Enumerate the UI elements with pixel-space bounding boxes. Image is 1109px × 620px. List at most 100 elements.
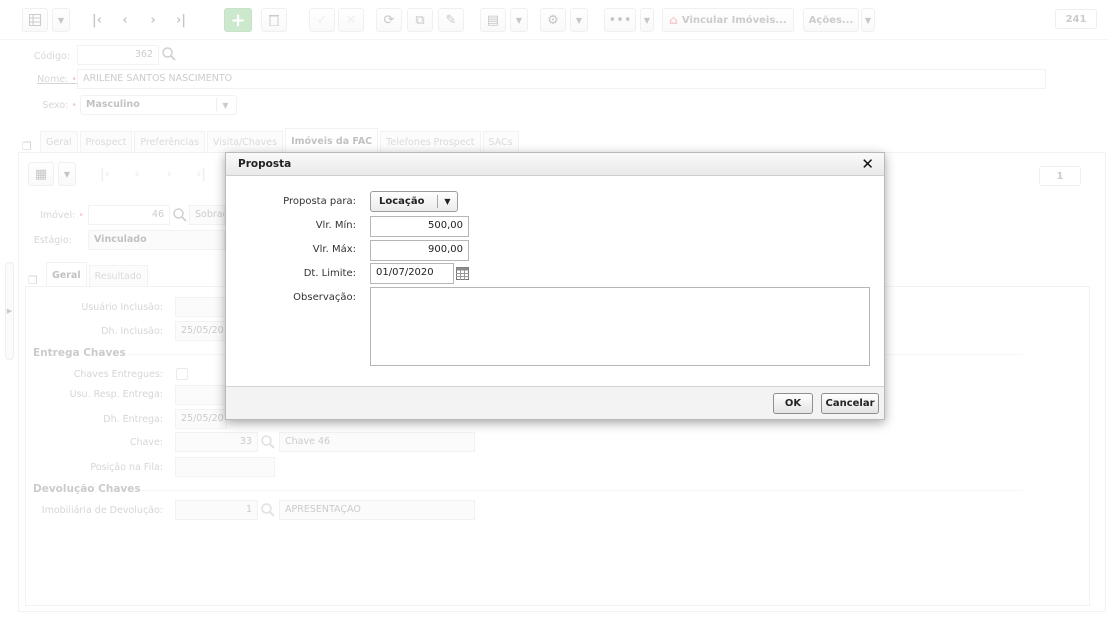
more-dropdown[interactable]: ▼ [640,8,654,32]
previous-record-button[interactable]: ‹ [112,8,138,32]
entrega-chaves-section: Entrega Chaves [33,347,126,359]
acoes-button[interactable]: Ações... [803,8,859,32]
nome-field[interactable]: ARILENE SANTOS NASCIMENTO [77,69,1046,89]
paperclip-icon: ✎ [445,12,457,28]
usuario-inclusao-field [175,297,227,317]
sub-record-counter: 1 [1039,166,1081,186]
report-button[interactable]: ▤ [480,8,506,32]
codigo-field[interactable]: 362 [77,45,159,65]
last-record-button[interactable]: ›| [168,8,194,32]
chevron-down-icon: ▼ [643,15,651,25]
add-record-button[interactable]: + [224,8,252,32]
attach-button[interactable]: ✎ [438,8,464,32]
settings-button[interactable]: ⚙ [540,8,566,32]
dh-entrega-label: Dh. Entrega: [103,414,163,425]
dt-limite-label: Dt. Limite: [303,268,356,279]
devolucao-chaves-section: Devolução Chaves [33,483,141,495]
chevron-down-icon: ▼ [437,195,457,208]
report-dropdown[interactable]: ▼ [510,8,528,32]
document-icon: ▤ [486,12,500,28]
next-record-button[interactable]: › [140,8,166,32]
tab-telefones-prospect[interactable]: Telefones Prospect [380,131,481,153]
delete-record-button[interactable] [261,8,287,32]
acoes-dropdown[interactable]: ▼ [861,8,875,32]
chave-code-field: 33 [175,432,258,452]
record-counter: 241 [1055,9,1097,29]
tab-preferencias[interactable]: Preferências [134,131,205,153]
plus-icon: + [230,9,246,31]
tab-prospect[interactable]: Prospect [79,131,133,153]
search-icon[interactable] [162,47,176,61]
refresh-button[interactable]: ⟳ [376,8,402,32]
save-button[interactable]: ✓ [309,8,335,32]
proposta-para-select[interactable]: Locação ▼ [370,191,458,212]
tab-sacs[interactable]: SACs [482,131,519,153]
nome-label: Nome: [0,74,77,85]
chaves-entregues-checkbox[interactable] [176,368,188,380]
sub-first-button[interactable]: |‹ [92,162,118,186]
chevron-down-icon: ▼ [575,15,583,25]
cancel-edit-button[interactable]: ✕ [338,8,364,32]
vlr-min-field[interactable]: 500,00 [370,216,469,237]
chaves-entregues-label: Chaves Entregues: [73,369,163,380]
tab-geral[interactable]: Geral [40,131,78,153]
sub-previous-button[interactable]: ‹ [124,162,150,186]
dh-entrega-field: 25/05/20 [175,409,227,429]
ok-button[interactable]: OK [773,393,813,414]
next-icon: › [166,166,172,182]
observacao-label: Observação: [293,292,356,303]
vincular-imoveis-label: Vincular Imóveis... [681,14,787,26]
sub-grid-view-button[interactable]: ▦ [28,162,54,186]
dialog-title: Proposta [238,158,292,170]
vincular-imoveis-button[interactable]: ⌂ Vincular Imóveis... [662,8,794,32]
usuario-inclusao-label: Usuário Inclusão: [81,302,163,313]
sub-grid-dropdown[interactable]: ▼ [58,162,76,186]
imovel-description: Sobrad [189,205,225,225]
subtab-geral[interactable]: Geral [46,262,87,288]
sexo-select[interactable]: Masculino ▼ [80,95,237,115]
codigo-label: Código: [33,51,70,62]
imovel-label: Imóvel: [0,210,84,221]
check-icon: ✓ [316,12,328,28]
imovel-field[interactable]: 46 [88,205,170,225]
settings-dropdown[interactable]: ▼ [570,8,588,32]
gear-icon: ⚙ [547,12,559,28]
first-record-button[interactable]: |‹ [84,8,110,32]
calendar-icon[interactable] [456,267,469,280]
grid-view-button[interactable] [22,8,48,32]
dialog-footer: OK Cancelar [226,386,884,419]
subtab-resultado[interactable]: Resultado [88,265,148,287]
vlr-max-field[interactable]: 900,00 [370,240,469,261]
first-icon: |‹ [99,166,111,182]
more-button[interactable]: ••• [604,8,636,32]
chave-label: Chave: [129,437,163,448]
copy-icon: ⧉ [415,12,425,28]
copy-button[interactable]: ⧉ [407,8,433,32]
proposta-para-value: Locação [379,196,425,207]
search-icon[interactable] [261,435,275,449]
app-window: ▼ |‹ ‹ › ›| + ✓ ✕ ⟳ ⧉ ✎ ▤ ▼ ⚙ ▼ ••• ▼ ⌂ … [0,0,1109,620]
tab-visita-chaves[interactable]: Visita/Chaves [206,131,284,153]
sub-last-button[interactable]: ›| [188,162,214,186]
house-icon: ⌂ [669,13,678,27]
sexo-value: Masculino [86,99,140,110]
grid-view-dropdown[interactable]: ▼ [52,8,70,32]
cancel-button[interactable]: Cancelar [821,393,879,414]
vlr-min-label: Vlr. Mín: [315,220,356,231]
previous-icon: ‹ [134,166,140,182]
observacao-textarea[interactable] [370,287,870,366]
usu-resp-entrega-field [175,385,227,405]
tab-imoveis-da-fac[interactable]: Imóveis da FAC [285,128,379,154]
close-icon[interactable]: ✕ [861,155,874,173]
trash-icon [269,14,279,26]
first-icon: |‹ [91,12,103,28]
search-icon[interactable] [261,503,275,517]
chevron-down-icon: ▼ [57,15,65,25]
sub-next-button[interactable]: › [156,162,182,186]
refresh-icon: ⟳ [383,12,395,28]
proposta-para-label: Proposta para: [283,196,356,207]
dt-limite-field[interactable]: 01/07/2020 [370,263,454,284]
search-icon[interactable] [173,208,187,222]
dialog-header: Proposta ✕ [226,153,884,176]
imobiliaria-devolucao-label: Imobiliária de Devolução: [41,505,163,516]
